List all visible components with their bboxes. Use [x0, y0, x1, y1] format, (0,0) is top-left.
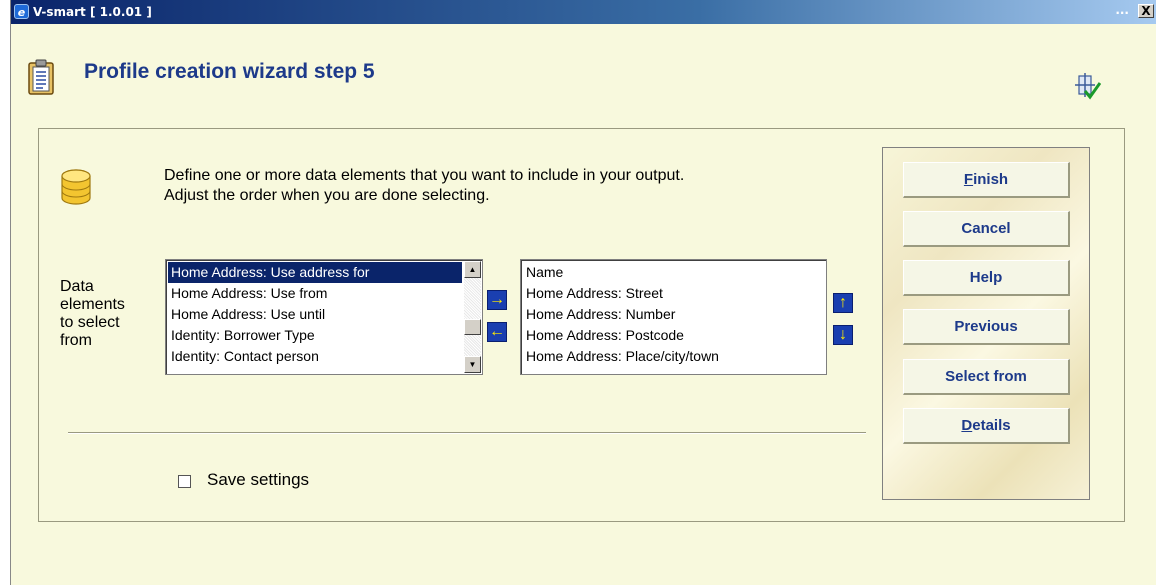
- cancel-button[interactable]: Cancel: [903, 211, 1070, 247]
- title-dots: ...: [1115, 3, 1129, 17]
- list-item[interactable]: Identity: Borrower Type: [168, 325, 462, 346]
- vertical-scrollbar[interactable]: ▲ ▼: [464, 261, 481, 373]
- ie-icon: e: [14, 4, 29, 19]
- scroll-down-button[interactable]: ▼: [464, 356, 481, 373]
- label-line: elements: [60, 296, 125, 313]
- label-line: Data: [60, 278, 94, 295]
- remove-element-button[interactable]: ←: [487, 322, 507, 342]
- page-title: Profile creation wizard step 5: [84, 60, 375, 83]
- clipboard-icon: [28, 59, 54, 95]
- instruction-line-1: Define one or more data elements that yo…: [164, 167, 685, 184]
- selected-elements-list[interactable]: Name Home Address: Street Home Address: …: [520, 259, 827, 375]
- available-elements-list[interactable]: Home Address: Use address for Home Addre…: [165, 259, 483, 375]
- list-item[interactable]: Home Address: Use until: [168, 304, 462, 325]
- previous-button[interactable]: Previous: [903, 309, 1070, 345]
- list-item[interactable]: Home Address: Place/city/town: [523, 346, 824, 367]
- finish-label: inish: [973, 171, 1009, 188]
- add-element-button[interactable]: →: [487, 290, 507, 310]
- move-down-button[interactable]: ↓: [833, 325, 853, 345]
- move-up-button[interactable]: ↑: [833, 293, 853, 313]
- scroll-thumb[interactable]: [464, 319, 481, 335]
- finish-button[interactable]: Finish: [903, 162, 1070, 198]
- details-accelerator: D: [961, 417, 973, 434]
- list-item[interactable]: Home Address: Postcode: [523, 325, 824, 346]
- list-item[interactable]: Home Address: Street: [523, 283, 824, 304]
- instructions: Define one or more data elements that yo…: [164, 166, 884, 206]
- label-line: from: [60, 332, 92, 349]
- close-button[interactable]: X: [1138, 4, 1154, 18]
- database-icon: [61, 169, 91, 205]
- help-button[interactable]: Help: [903, 260, 1070, 296]
- window-title: V-smart [ 1.0.01 ]: [33, 5, 152, 19]
- finish-accelerator: F: [963, 171, 974, 188]
- data-elements-label: Data elements to select from: [60, 278, 160, 350]
- instruction-line-2: Adjust the order when you are done selec…: [164, 187, 490, 204]
- details-label: etails: [972, 417, 1011, 434]
- title-bar: e V-smart [ 1.0.01 ] ... X: [11, 0, 1156, 24]
- divider: [68, 432, 866, 434]
- label-line: to select: [60, 314, 120, 331]
- save-settings-label[interactable]: Save settings: [207, 470, 309, 490]
- save-settings-checkbox[interactable]: [178, 475, 191, 488]
- scroll-up-button[interactable]: ▲: [464, 261, 481, 278]
- list-item[interactable]: Identity: Contact person: [168, 346, 462, 367]
- select-from-button[interactable]: Select from: [903, 359, 1070, 395]
- list-item[interactable]: Home Address: Number: [523, 304, 824, 325]
- wizard-check-icon[interactable]: [1073, 73, 1101, 101]
- list-item[interactable]: Home Address: Use from: [168, 283, 462, 304]
- details-button[interactable]: Details: [903, 408, 1070, 444]
- list-item[interactable]: Home Address: Use address for: [168, 262, 462, 283]
- list-item[interactable]: Name: [523, 262, 824, 283]
